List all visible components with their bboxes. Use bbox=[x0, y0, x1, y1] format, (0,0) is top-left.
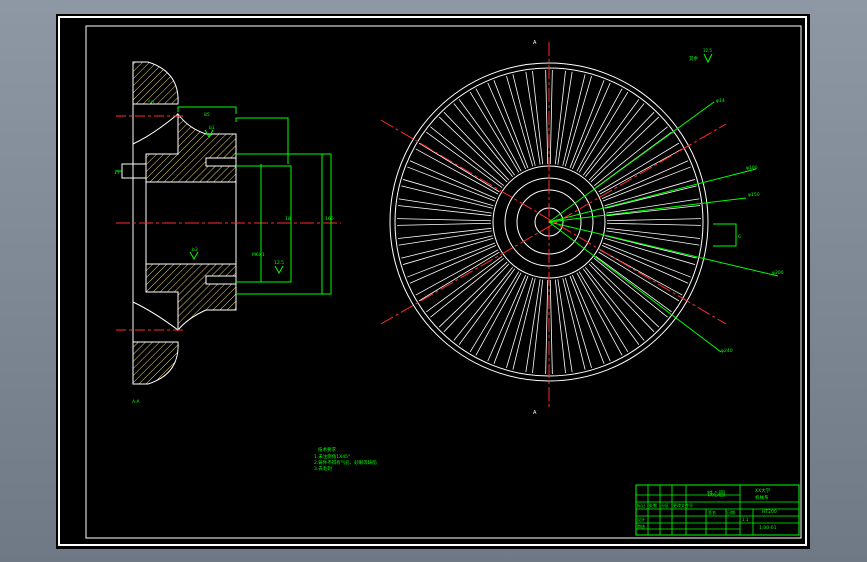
dim-text: b3 bbox=[192, 247, 198, 253]
spoke-line bbox=[562, 74, 586, 166]
spoke-line bbox=[397, 218, 492, 222]
spoke-line bbox=[605, 185, 697, 209]
cad-canvas: 50 85 b1 17 18 160 b3 M6X1 12.5 A-A A A … bbox=[58, 16, 807, 546]
dim-text: 50 bbox=[148, 100, 154, 106]
section-mark-bottom: A bbox=[533, 410, 537, 416]
dim-text: φ100 bbox=[746, 165, 758, 171]
spoke-line bbox=[601, 245, 689, 284]
spoke-line bbox=[401, 185, 493, 209]
dim-text: 6 bbox=[738, 234, 741, 240]
spoke-line bbox=[572, 274, 611, 362]
dim-text: 160 bbox=[325, 216, 334, 222]
spoke-line bbox=[409, 160, 497, 199]
note-line: 2.铸件不得有气孔、砂眼等缺陷 bbox=[314, 459, 377, 466]
spoke-line bbox=[602, 242, 691, 278]
spoke-line bbox=[562, 278, 586, 370]
tb-cell: 处数 bbox=[649, 502, 657, 508]
drawing-number: 1:00-01 bbox=[759, 525, 777, 531]
dim-text: 85 bbox=[204, 112, 210, 118]
dim-text: φ240 bbox=[721, 348, 733, 354]
spoke-line bbox=[487, 82, 526, 170]
spoke-line bbox=[512, 278, 536, 370]
drawing-sheet: 50 85 b1 17 18 160 b3 M6X1 12.5 A-A A A … bbox=[56, 14, 810, 549]
dim-text: b1 bbox=[209, 125, 215, 131]
spoke-line bbox=[572, 82, 611, 170]
roughness-note: 其余 bbox=[689, 55, 698, 62]
spoke-line bbox=[605, 235, 697, 259]
spoke-line bbox=[545, 279, 549, 374]
roughness-value: 12.5 bbox=[703, 48, 712, 53]
tb-cell: 更改文件号 bbox=[673, 502, 693, 508]
dim-text: φ14 bbox=[716, 98, 725, 104]
spoke-line bbox=[487, 274, 526, 362]
tb-cell: 签名 bbox=[708, 509, 716, 515]
spoke-line bbox=[512, 74, 536, 166]
spoke-line bbox=[606, 222, 701, 226]
dim-text: 12.5 bbox=[274, 260, 284, 266]
spoke-line bbox=[407, 242, 496, 278]
spoke-line bbox=[397, 222, 492, 226]
spoke-line bbox=[493, 80, 529, 169]
dim-text: φ150 bbox=[748, 192, 760, 198]
section-mark-top: A bbox=[533, 40, 537, 46]
spoke-line bbox=[493, 275, 529, 364]
spoke-line bbox=[569, 275, 605, 364]
spoke-line bbox=[606, 218, 701, 222]
dim-text: φ200 bbox=[772, 270, 784, 276]
title-block: 铁心圆 XX大学 机械系 HT200 1:00-01 1:1 标记 处数 分区 … bbox=[635, 484, 800, 536]
section-view: 50 85 b1 17 18 160 b3 M6X1 12.5 A-A bbox=[114, 61, 341, 405]
notes-heading: 技术要求 bbox=[318, 446, 336, 453]
tb-cell: 标记 bbox=[637, 502, 645, 508]
spoke-line bbox=[545, 70, 549, 165]
checker: 审核 bbox=[637, 523, 645, 529]
note-line: 3.去毛刺 bbox=[314, 465, 332, 472]
dim-text: 17 bbox=[114, 170, 120, 176]
spoke-line bbox=[569, 80, 605, 169]
school-name: XX大学 bbox=[755, 487, 771, 494]
note-line: 1.未注倒角1X45° bbox=[314, 453, 350, 460]
tb-cell: 分区 bbox=[661, 502, 669, 508]
technical-notes: 技术要求 1.未注倒角1X45° 2.铸件不得有气孔、砂眼等缺陷 3.去毛刺 bbox=[314, 446, 377, 472]
part-name: 铁心圆 bbox=[707, 490, 725, 498]
spoke-line bbox=[549, 70, 553, 165]
dim-text: 18 bbox=[285, 216, 291, 222]
spoke-line bbox=[601, 160, 689, 199]
spoke-line bbox=[401, 235, 493, 259]
section-label: A-A bbox=[132, 399, 141, 405]
spoke-line bbox=[549, 279, 553, 374]
tb-cell: 日期 bbox=[727, 509, 735, 515]
spoke-line bbox=[407, 166, 496, 202]
scale: 1:1 bbox=[742, 517, 749, 522]
designer: 设计 bbox=[637, 516, 645, 522]
front-view: A A φ14 φ100 φ150 φ200 φ240 6 其余 12.5 bbox=[380, 40, 784, 416]
unit-name: 机械系 bbox=[755, 494, 769, 501]
dim-text: M6X1 bbox=[252, 252, 265, 258]
material: HT200 bbox=[762, 509, 777, 515]
spoke-line bbox=[602, 166, 691, 202]
